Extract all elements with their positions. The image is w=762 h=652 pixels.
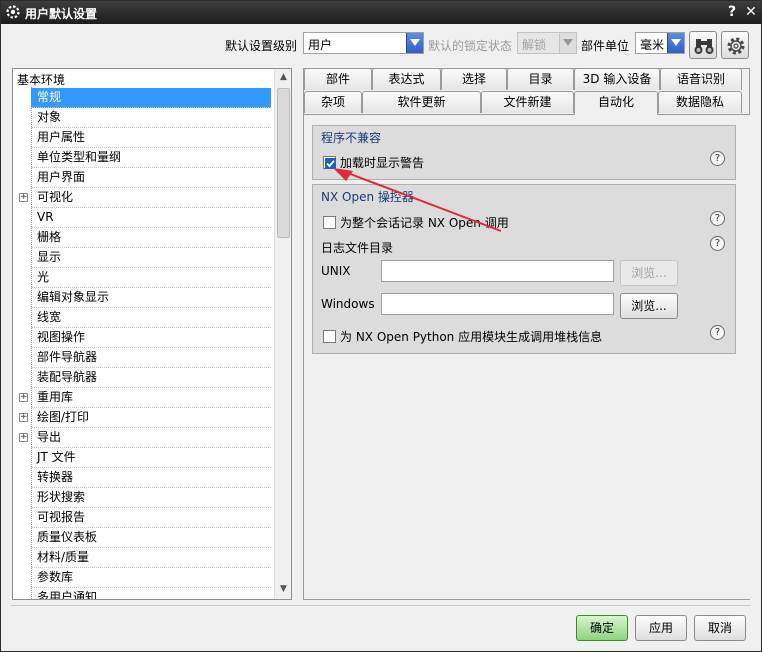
tree-item[interactable]: 视图操作 [31, 328, 271, 348]
tree-item[interactable]: JT 文件 [31, 448, 271, 468]
unix-browse-button: 浏览... [620, 260, 678, 286]
expand-icon[interactable]: + [19, 413, 28, 422]
unix-label: UNIX [321, 264, 351, 278]
ok-button[interactable]: 确定 [576, 615, 628, 641]
expand-icon[interactable]: + [19, 433, 28, 442]
tree-item[interactable]: 形状搜索 [31, 488, 271, 508]
category-tree: 基本环境 常规 对象 用户属性 单位类型和量纲 用户界面 可视化 VR 栅格 显示光编辑对象显示… [12, 68, 292, 600]
help-title-button[interactable]: ? [723, 3, 741, 21]
tab[interactable]: 目录 [507, 68, 574, 90]
chevron-down-icon [667, 33, 684, 53]
unit-value: 毫米 [640, 38, 665, 52]
help-icon[interactable]: ? [710, 211, 725, 226]
tree-item[interactable]: 用户属性 [31, 128, 271, 148]
tree-item[interactable]: 重用库 [31, 388, 271, 408]
tab-active[interactable]: 自动化 [574, 91, 658, 115]
windows-label: Windows [321, 297, 375, 311]
tree-item[interactable]: 材料/质量 [31, 548, 271, 568]
tree-scrollbar[interactable]: ▲ ▼ [274, 69, 291, 599]
tab[interactable]: 部件 [304, 68, 372, 90]
tree-item[interactable]: 栅格 [31, 228, 271, 248]
tree-root-item[interactable]: 基本环境 [17, 71, 65, 89]
settings-button[interactable] [721, 31, 749, 59]
level-dropdown[interactable]: 用户 [303, 32, 424, 54]
help-icon[interactable]: ? [710, 151, 725, 166]
expand-icon[interactable]: + [19, 193, 28, 202]
tree-item[interactable]: VR [31, 208, 271, 228]
tree-item[interactable]: 编辑对象显示 [31, 288, 271, 308]
tree-item[interactable]: 常规 [31, 88, 271, 108]
tree-item[interactable]: 用户界面 [31, 168, 271, 188]
level-label: 默认设置级别 [225, 39, 298, 53]
chevron-down-icon [559, 33, 576, 53]
settings-app-icon [6, 5, 20, 19]
tab[interactable]: 软件更新 [362, 91, 481, 113]
tree-item[interactable]: 参数库 [31, 568, 271, 588]
log-dir-label: 日志文件目录 [321, 241, 394, 255]
tab[interactable]: 选择 [441, 68, 507, 90]
lock-label: 默认的锁定状态 [428, 39, 513, 53]
find-button[interactable] [689, 31, 717, 59]
scroll-down-icon[interactable]: ▼ [278, 584, 289, 595]
window-title: 用户默认设置 [25, 7, 98, 21]
tab[interactable]: 3D 输入设备 [574, 68, 660, 90]
tab[interactable]: 文件新建 [481, 91, 574, 113]
tree-item[interactable]: 对象 [31, 108, 271, 128]
tree-item[interactable]: 绘图/打印 [31, 408, 271, 428]
python-stack-label: 为 NX Open Python 应用模块生成调用堆栈信息 [340, 330, 603, 344]
tab[interactable]: 杂项 [304, 91, 362, 113]
tree-item[interactable]: 线宽 [31, 308, 271, 328]
lock-value: 解锁 [522, 38, 547, 52]
python-stack-checkbox[interactable] [323, 330, 336, 343]
binoculars-icon [694, 39, 714, 54]
help-icon[interactable]: ? [710, 325, 725, 340]
tree-item[interactable]: 部件导航器 [31, 348, 271, 368]
gear-icon [727, 37, 745, 55]
footer-divider [11, 605, 751, 606]
windows-path-input[interactable] [381, 293, 614, 315]
unit-label: 部件单位 [581, 39, 630, 53]
level-value: 用户 [308, 38, 333, 52]
settings-toolbar: 默认设置级别 用户 默认的锁定状态 解锁 部件单位 毫米 [1, 25, 761, 61]
tree-item[interactable]: 转换器 [31, 468, 271, 488]
unit-dropdown[interactable]: 毫米 [635, 32, 685, 54]
apply-button[interactable]: 应用 [635, 615, 687, 641]
tree-item[interactable]: 可视报告 [31, 508, 271, 528]
unix-path-input[interactable] [381, 260, 614, 282]
tree-item[interactable]: 单位类型和量纲 [31, 148, 271, 168]
tree-item[interactable]: 显示 [31, 248, 271, 268]
tree-item[interactable]: 质量仪表板 [31, 528, 271, 548]
annotation-arrow [333, 168, 502, 232]
chevron-down-icon [406, 33, 423, 53]
tree-item[interactable]: 可视化 [31, 188, 271, 208]
cancel-button[interactable]: 取消 [694, 615, 746, 641]
tree-item[interactable]: 装配导航器 [31, 368, 271, 388]
windows-browse-button[interactable]: 浏览... [620, 293, 678, 319]
title-bar: 用户默认设置 ? ✕ [1, 1, 761, 24]
tab[interactable]: 语音识别 [660, 68, 742, 90]
tab[interactable]: 表达式 [372, 68, 441, 90]
user-defaults-dialog: 用户默认设置 ? ✕ 默认设置级别 用户 默认的锁定状态 解锁 部件单位 毫米 [0, 0, 762, 652]
expand-icon[interactable]: + [19, 393, 28, 402]
compat-group-title: 程序不兼容 [321, 131, 382, 145]
help-icon[interactable]: ? [710, 236, 725, 251]
tree-item[interactable]: 多用户通知 [31, 588, 271, 599]
scroll-up-icon[interactable]: ▲ [278, 72, 289, 83]
close-window-button[interactable]: ✕ [742, 3, 760, 21]
scroll-thumb[interactable] [277, 88, 290, 238]
tab[interactable]: 数据隐私 [658, 91, 742, 113]
tree-item[interactable]: 导出 [31, 428, 271, 448]
lock-dropdown: 解锁 [517, 32, 577, 54]
tree-item[interactable]: 光 [31, 268, 271, 288]
